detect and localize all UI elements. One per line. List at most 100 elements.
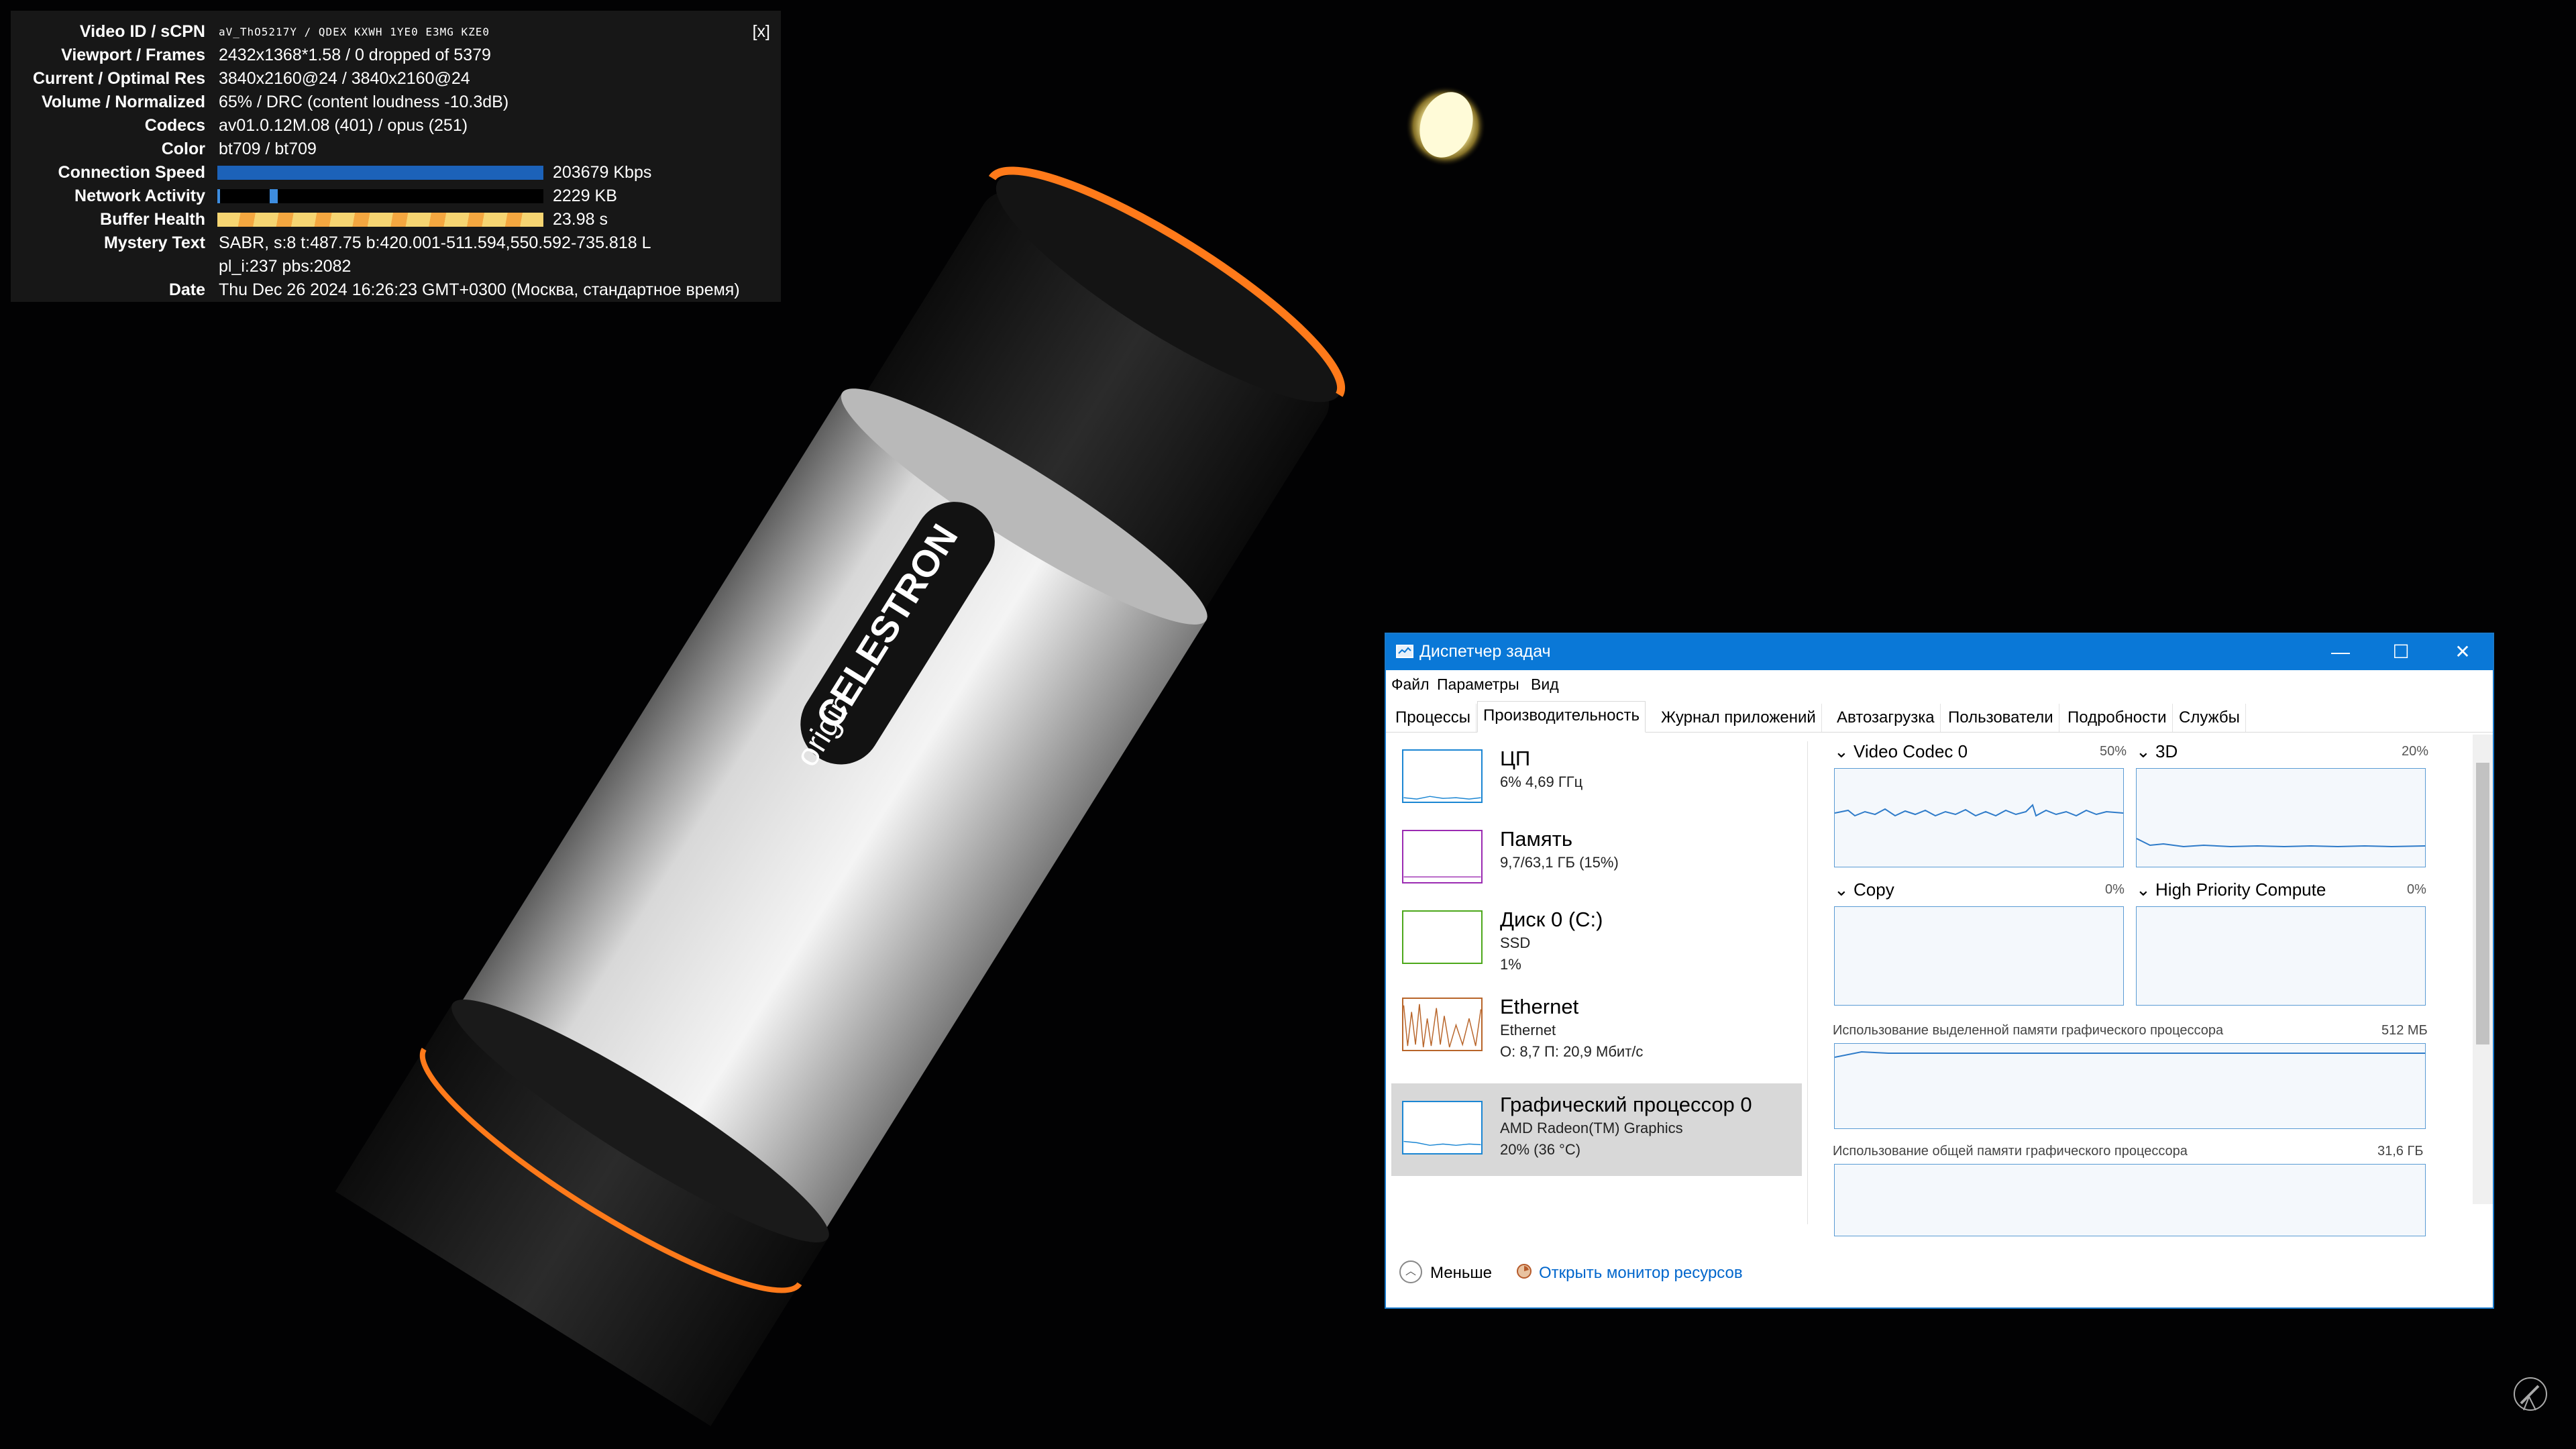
graph-pct-3d: 20% xyxy=(2402,744,2429,759)
resource-name: Графический процессор 0 xyxy=(1500,1093,1752,1116)
telescope: CELESTRON origin xyxy=(335,166,1346,1426)
fewer-details-button[interactable]: Меньше xyxy=(1430,1264,1492,1283)
stats-value: SABR, s:8 t:487.75 b:420.001-511.594,550… xyxy=(219,233,651,252)
graph-dedicated-memory-line xyxy=(1834,1051,2425,1058)
dedicated-memory-value: 512 МБ xyxy=(2381,1023,2428,1038)
graph-dedicated-memory xyxy=(1834,1043,2426,1129)
menu-options[interactable]: Параметры xyxy=(1437,676,1519,694)
stats-label: Codecs xyxy=(144,116,205,135)
shared-memory-title: Использование общей памяти графического … xyxy=(1833,1144,2188,1159)
menu-view[interactable]: Вид xyxy=(1531,676,1559,694)
stats-value: 23.98 s xyxy=(553,210,608,229)
menu-bar: Файл Параметры Вид xyxy=(1386,670,2493,697)
stats-value: bt709 / bt709 xyxy=(219,140,317,158)
task-manager-icon xyxy=(1396,645,1413,658)
resource-thumbnail-trace xyxy=(1403,876,1481,877)
tab-processes[interactable]: Процессы xyxy=(1390,704,1477,732)
tab-users[interactable]: Пользователи xyxy=(1943,704,2059,732)
stats-for-nerds-panel: Video ID / sCPN aV_ThO5217Y / QDEX KXWH 1… xyxy=(11,11,781,302)
resource-thumbnail-trace xyxy=(1403,1140,1481,1146)
minimize-button[interactable]: — xyxy=(2310,634,2371,670)
connection-speed-bar xyxy=(217,166,543,180)
graph-title-high-priority-compute[interactable]: ⌄ High Priority Compute xyxy=(2136,879,2326,900)
resource-detail: О: 8,7 П: 20,9 Мбит/с xyxy=(1500,1043,1644,1060)
stats-close-button[interactable]: [x] xyxy=(753,20,770,44)
resource-thumbnail xyxy=(1402,1101,1483,1155)
stats-label: Mystery Text xyxy=(104,233,205,252)
resource-thumbnail-trace xyxy=(1403,1004,1482,1048)
resource-name: Ethernet xyxy=(1500,995,1579,1018)
network-activity-fill xyxy=(269,189,278,203)
graph-shared-memory xyxy=(1834,1164,2426,1236)
tab-details[interactable]: Подробности xyxy=(2062,704,2173,732)
graph-copy xyxy=(1834,906,2124,1006)
footer: ︿ Меньше Открыть монитор ресурсов xyxy=(1386,1258,2493,1298)
tab-app-history[interactable]: Журнал приложений xyxy=(1656,704,1822,732)
graph-3d xyxy=(2136,768,2426,867)
stats-label: Connection Speed xyxy=(58,163,205,182)
task-manager-window: Диспетчер задач — ☐ ✕ Файл Параметры Вид… xyxy=(1385,633,2494,1309)
stats-label: Date xyxy=(168,280,205,299)
buffer-health-bar xyxy=(217,213,543,227)
maximize-button[interactable]: ☐ xyxy=(2371,634,2431,670)
title-bar[interactable]: Диспетчер задач — ☐ ✕ xyxy=(1386,634,2493,670)
stats-value: aV_ThO5217Y / QDEX KXWH 1YE0 E3MG KZE0 xyxy=(219,25,490,38)
dedicated-memory-title: Использование выделенной памяти графичес… xyxy=(1833,1023,2224,1038)
resource-thumbnail-trace xyxy=(1403,796,1481,800)
stats-value: 3840x2160@24 / 3840x2160@24 xyxy=(219,69,470,88)
close-button[interactable]: ✕ xyxy=(2432,634,2493,670)
stats-value: av01.0.12M.08 (401) / opus (251) xyxy=(219,116,468,135)
graph-video-codec-line xyxy=(1834,804,2124,817)
resource-detail: SSD xyxy=(1500,934,1531,951)
stats-value: 203679 Kbps xyxy=(553,163,652,182)
graph-3d-line xyxy=(2136,838,2426,848)
resource-detail: 20% (36 °C) xyxy=(1500,1141,1581,1158)
graph-pct-high-priority-compute: 0% xyxy=(2407,882,2426,897)
resource-detail: 6% 4,69 ГГц xyxy=(1500,773,1583,790)
resource-ethernet[interactable]: Ethernet Ethernet О: 8,7 П: 20,9 Мбит/с xyxy=(1391,989,1802,1077)
stats-label: Network Activity xyxy=(74,186,205,205)
resource-thumbnail xyxy=(1402,910,1483,964)
scrollbar-thumb[interactable] xyxy=(2476,763,2489,1044)
resource-detail: 1% xyxy=(1500,956,1521,973)
resource-detail: 9,7/63,1 ГБ (15%) xyxy=(1500,854,1619,871)
tab-strip: Процессы Производительность Журнал прило… xyxy=(1386,701,2493,733)
resource-memory[interactable]: Память 9,7/63,1 ГБ (15%) xyxy=(1391,822,1802,897)
stats-value: 65% / DRC (content loudness -10.3dB) xyxy=(219,93,509,111)
stats-value: pl_i:237 pbs:2082 xyxy=(219,257,352,276)
graph-high-priority-compute xyxy=(2136,906,2426,1006)
resource-thumbnail xyxy=(1402,749,1483,803)
graph-video-codec xyxy=(1834,768,2124,867)
tab-startup[interactable]: Автозагрузка xyxy=(1831,704,1941,732)
resource-disk[interactable]: Диск 0 (C:) SSD 1% xyxy=(1391,902,1802,984)
resource-name: Память xyxy=(1500,827,1572,851)
stats-label: Current / Optimal Res xyxy=(33,69,205,88)
moon xyxy=(1405,86,1486,166)
graph-title-copy[interactable]: ⌄ Copy xyxy=(1834,879,1894,900)
graph-pct-video-codec: 50% xyxy=(2100,744,2127,759)
resource-thumbnail xyxy=(1402,998,1483,1051)
tab-services[interactable]: Службы xyxy=(2174,704,2246,732)
resource-detail: Ethernet xyxy=(1500,1022,1556,1038)
shared-memory-value: 31,6 ГБ xyxy=(2377,1144,2424,1159)
scrollbar[interactable] xyxy=(2473,735,2493,1204)
graph-title-3d[interactable]: ⌄ 3D xyxy=(2136,741,2178,762)
gpu-graphs: ⌄ Video Codec 0 50% ⌄ 3D 20% ⌄ Copy 0% ⌄… xyxy=(1829,741,2473,1238)
network-activity-fill xyxy=(217,189,220,203)
resource-gpu[interactable]: Графический процессор 0 AMD Radeon(TM) Gr… xyxy=(1391,1083,1802,1176)
open-resource-monitor-link[interactable]: Открыть монитор ресурсов xyxy=(1539,1264,1743,1283)
stats-label: Viewport / Frames xyxy=(61,46,205,64)
menu-file[interactable]: Файл xyxy=(1391,676,1430,694)
resource-name: ЦП xyxy=(1500,747,1531,770)
resource-list: ЦП 6% 4,69 ГГц Память 9,7/63,1 ГБ (15%) Диск… xyxy=(1391,741,1808,1224)
graph-pct-copy: 0% xyxy=(2105,882,2125,897)
video-frame: CELESTRON origin Video ID / sCPN aV_ThO52… xyxy=(0,0,2576,1449)
chevron-up-icon[interactable]: ︿ xyxy=(1399,1260,1422,1283)
window-title: Диспетчер задач xyxy=(1419,642,1551,661)
channel-watermark-icon xyxy=(2514,1377,2547,1411)
stats-value: 2229 KB xyxy=(553,186,617,205)
network-activity-bar xyxy=(217,189,543,203)
resource-cpu[interactable]: ЦП 6% 4,69 ГГц xyxy=(1391,741,1802,816)
graph-title-video-codec[interactable]: ⌄ Video Codec 0 xyxy=(1834,741,1968,762)
tab-performance[interactable]: Производительность xyxy=(1477,701,1646,733)
